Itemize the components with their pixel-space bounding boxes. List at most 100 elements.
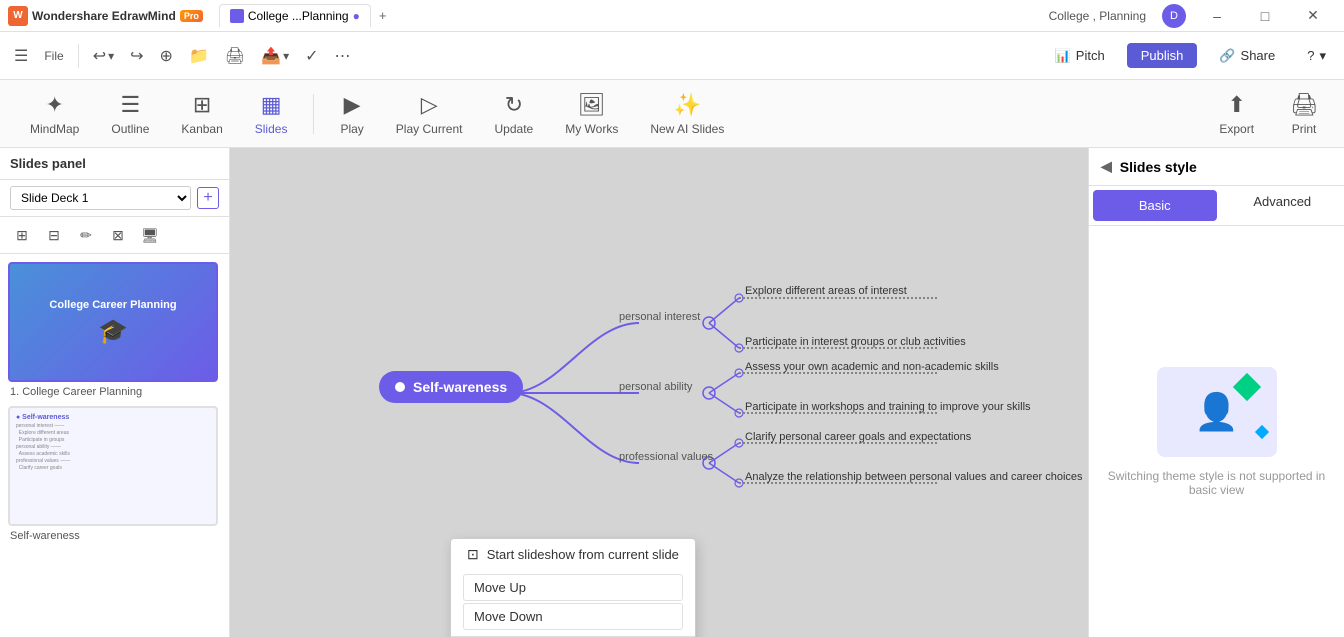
undo-button[interactable]: ↩ ▾ [87,42,120,70]
kanban-mode-button[interactable]: ⊞ Kanban [167,86,236,142]
export-icon: 📤 [261,46,281,66]
mindmap-label: MindMap [30,122,79,136]
maximize-button[interactable]: □ [1242,0,1288,32]
central-node-dot [395,382,405,392]
child-3-2: Analyze the relationship between persona… [745,471,1083,483]
file-menu-button[interactable]: File [38,45,69,67]
pitch-label: Pitch [1076,48,1105,63]
branch-label-1: personal interest [619,311,700,323]
toolbar: ☰ File ↩ ▾ ↪ ⊕ 📁 🖨 📤 ▾ ✓ ⋯ [0,32,1344,80]
slide-2-label: Self-wareness [8,530,221,542]
play-current-button[interactable]: ▷ Play Current [382,86,477,142]
minimize-button[interactable]: – [1194,0,1240,32]
print-toolbar-button[interactable]: 🖨 [219,42,251,70]
deck-row: Slide Deck 1 + [0,180,229,217]
export-dropdown[interactable]: ▾ [283,49,289,63]
outline-mode-button[interactable]: ☰ Outline [97,86,163,142]
export-toolbar-button[interactable]: 📤 ▾ [255,42,295,70]
view-toolbar-right: ⬆ Export 🖨 Print [1209,86,1328,142]
close-button[interactable]: ✕ [1290,0,1336,32]
sidebar-toggle-button[interactable]: ☰ [8,42,34,70]
play-current-label: Play Current [396,122,463,136]
tab-basic[interactable]: Basic [1093,190,1217,221]
slide-thumbnail-2: ● Self-wareness personal interest —— Exp… [8,406,218,526]
play-label: Play [340,122,363,136]
cm-slideshow-item[interactable]: ⊡ Start slideshow from current slide [451,539,695,570]
action-btn-4[interactable]: ⊠ [106,223,130,247]
print-vt-icon: 🖨 [1290,92,1318,118]
slide-item-2[interactable]: ● Self-wareness personal interest —— Exp… [8,406,221,542]
toolbar-left: ☰ File ↩ ▾ ↪ ⊕ 📁 🖨 📤 ▾ ✓ ⋯ [8,42,357,70]
title-bar: W Wondershare EdrawMind Pro College ...P… [0,0,1344,32]
tab-advanced[interactable]: Advanced [1221,186,1344,225]
export-button[interactable]: ⬆ Export [1209,86,1264,142]
tab-icon [230,9,244,23]
pitch-icon: 📊 [1055,48,1071,64]
style-panel-message: Switching theme style is not supported i… [1105,469,1328,497]
cm-move-up-item[interactable]: Move Up [463,574,683,601]
mindmap-mode-button[interactable]: ✦ MindMap [16,86,93,142]
action-btn-1[interactable]: ⊞ [10,223,34,247]
add-slide-button[interactable]: + [197,187,219,209]
undo-dropdown[interactable]: ▾ [108,49,114,63]
action-btn-3[interactable]: ✏ [74,223,98,247]
new-ai-slides-button[interactable]: ✨ New AI Slides [636,86,738,142]
slide-2-mini-content: personal interest —— Explore different a… [16,423,210,472]
help-dropdown[interactable]: ▾ [1319,48,1326,64]
style-panel-content: 👤 Switching theme style is not supported… [1089,226,1344,637]
child-2-2: Participate in workshops and training to… [745,401,1031,413]
slide-item-1[interactable]: College Career Planning 🎓 1. College Car… [8,262,221,398]
slides-label: Slides [255,122,288,136]
insert-button[interactable]: ⊕ [154,42,179,70]
view-toolbar: ✦ MindMap ☰ Outline ⊞ Kanban ▦ Slides ▶ … [0,80,1344,148]
tab-modified-dot: ● [353,9,360,23]
pitch-button[interactable]: 📊 Pitch [1045,43,1115,69]
update-icon: ↻ [505,92,523,118]
share-icon: 🔗 [1219,48,1235,64]
my-works-button[interactable]: 🖼 My Works [551,86,632,142]
action-btn-2[interactable]: ⊟ [42,223,66,247]
app-name: Wondershare EdrawMind [32,9,176,23]
more-button[interactable]: ⋯ [329,42,357,70]
tab-title: College ...Planning [248,9,349,23]
active-tab[interactable]: College ...Planning ● [219,4,371,27]
deck-selector[interactable]: Slide Deck 1 [10,186,191,210]
play-button[interactable]: ▶ Play [326,86,377,142]
help-button[interactable]: ? ▾ [1297,43,1336,69]
style-panel-collapse[interactable]: ◀ [1101,158,1112,175]
add-tab-button[interactable]: + [371,4,395,27]
check-button[interactable]: ✓ [299,42,324,70]
slide-thumbnail-1: College Career Planning 🎓 [8,262,218,382]
diamond-decoration-2 [1254,424,1268,438]
cm-move-down-item[interactable]: Move Down [463,603,683,630]
canvas-area: Self-wareness personal interest personal… [230,148,1088,637]
share-button[interactable]: 🔗 Share [1209,43,1285,69]
check-icon: ✓ [305,46,318,66]
print-label: Print [1292,122,1317,136]
slides-mode-button[interactable]: ▦ Slides [241,86,302,142]
toolbar-right: 📊 Pitch Publish 🔗 Share ? ▾ [1045,43,1336,69]
toolbar-divider-1 [78,44,79,68]
mindmap-icon: ✦ [45,92,63,118]
avatar: D [1162,4,1186,28]
update-button[interactable]: ↻ Update [481,86,548,142]
graduation-icon: 🎓 [98,317,128,346]
figure-icon: 👤 [1194,391,1239,433]
publish-button[interactable]: Publish [1127,43,1198,68]
undo-icon: ↩ [93,46,106,66]
branch-label-3: professional values [619,451,713,463]
outline-label: Outline [111,122,149,136]
action-btn-5[interactable]: 🖥 [138,223,162,247]
folder-button[interactable]: 📁 [183,42,215,70]
outline-icon: ☰ [121,92,141,118]
file-label: File [44,49,63,63]
context-menu: ⊡ Start slideshow from current slide Mov… [450,538,696,637]
print-button[interactable]: 🖨 Print [1280,86,1328,142]
view-toolbar-divider [313,94,314,134]
kanban-icon: ⊞ [193,92,211,118]
style-panel-header: ◀ Slides style [1089,148,1344,186]
publish-label: Publish [1141,48,1184,63]
child-2-1: Assess your own academic and non-academi… [745,361,999,373]
redo-button[interactable]: ↪ [124,42,149,70]
slides-panel: Slides panel Slide Deck 1 + ⊞ ⊟ ✏ ⊠ 🖥 Co… [0,148,230,637]
